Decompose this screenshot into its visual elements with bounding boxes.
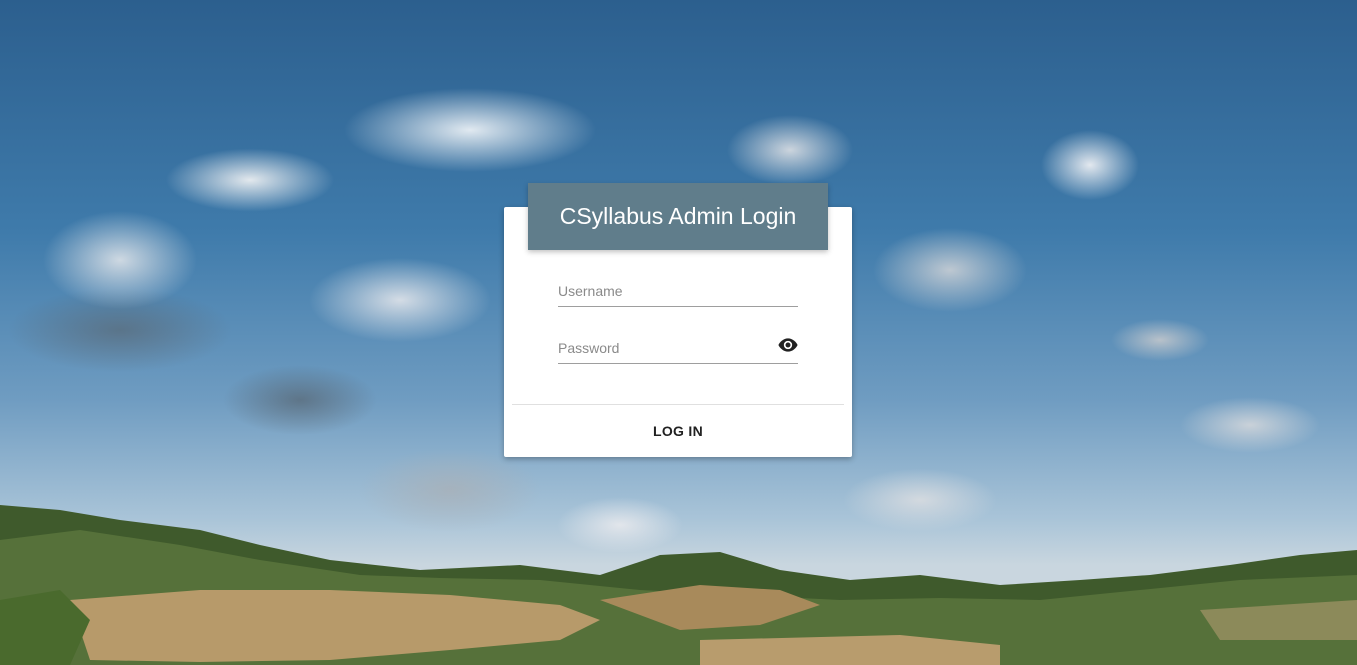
login-card-header: CSyllabus Admin Login <box>528 183 828 250</box>
password-field-wrapper <box>558 333 798 364</box>
username-input[interactable] <box>558 278 768 304</box>
eye-icon[interactable] <box>778 337 798 353</box>
username-field-wrapper <box>558 276 798 307</box>
login-button[interactable]: LOG IN <box>628 414 728 448</box>
login-card: CSyllabus Admin Login LOG IN <box>504 183 852 457</box>
card-actions-divider <box>512 404 844 405</box>
page-title: CSyllabus Admin Login <box>559 203 797 229</box>
password-input[interactable] <box>558 335 768 361</box>
